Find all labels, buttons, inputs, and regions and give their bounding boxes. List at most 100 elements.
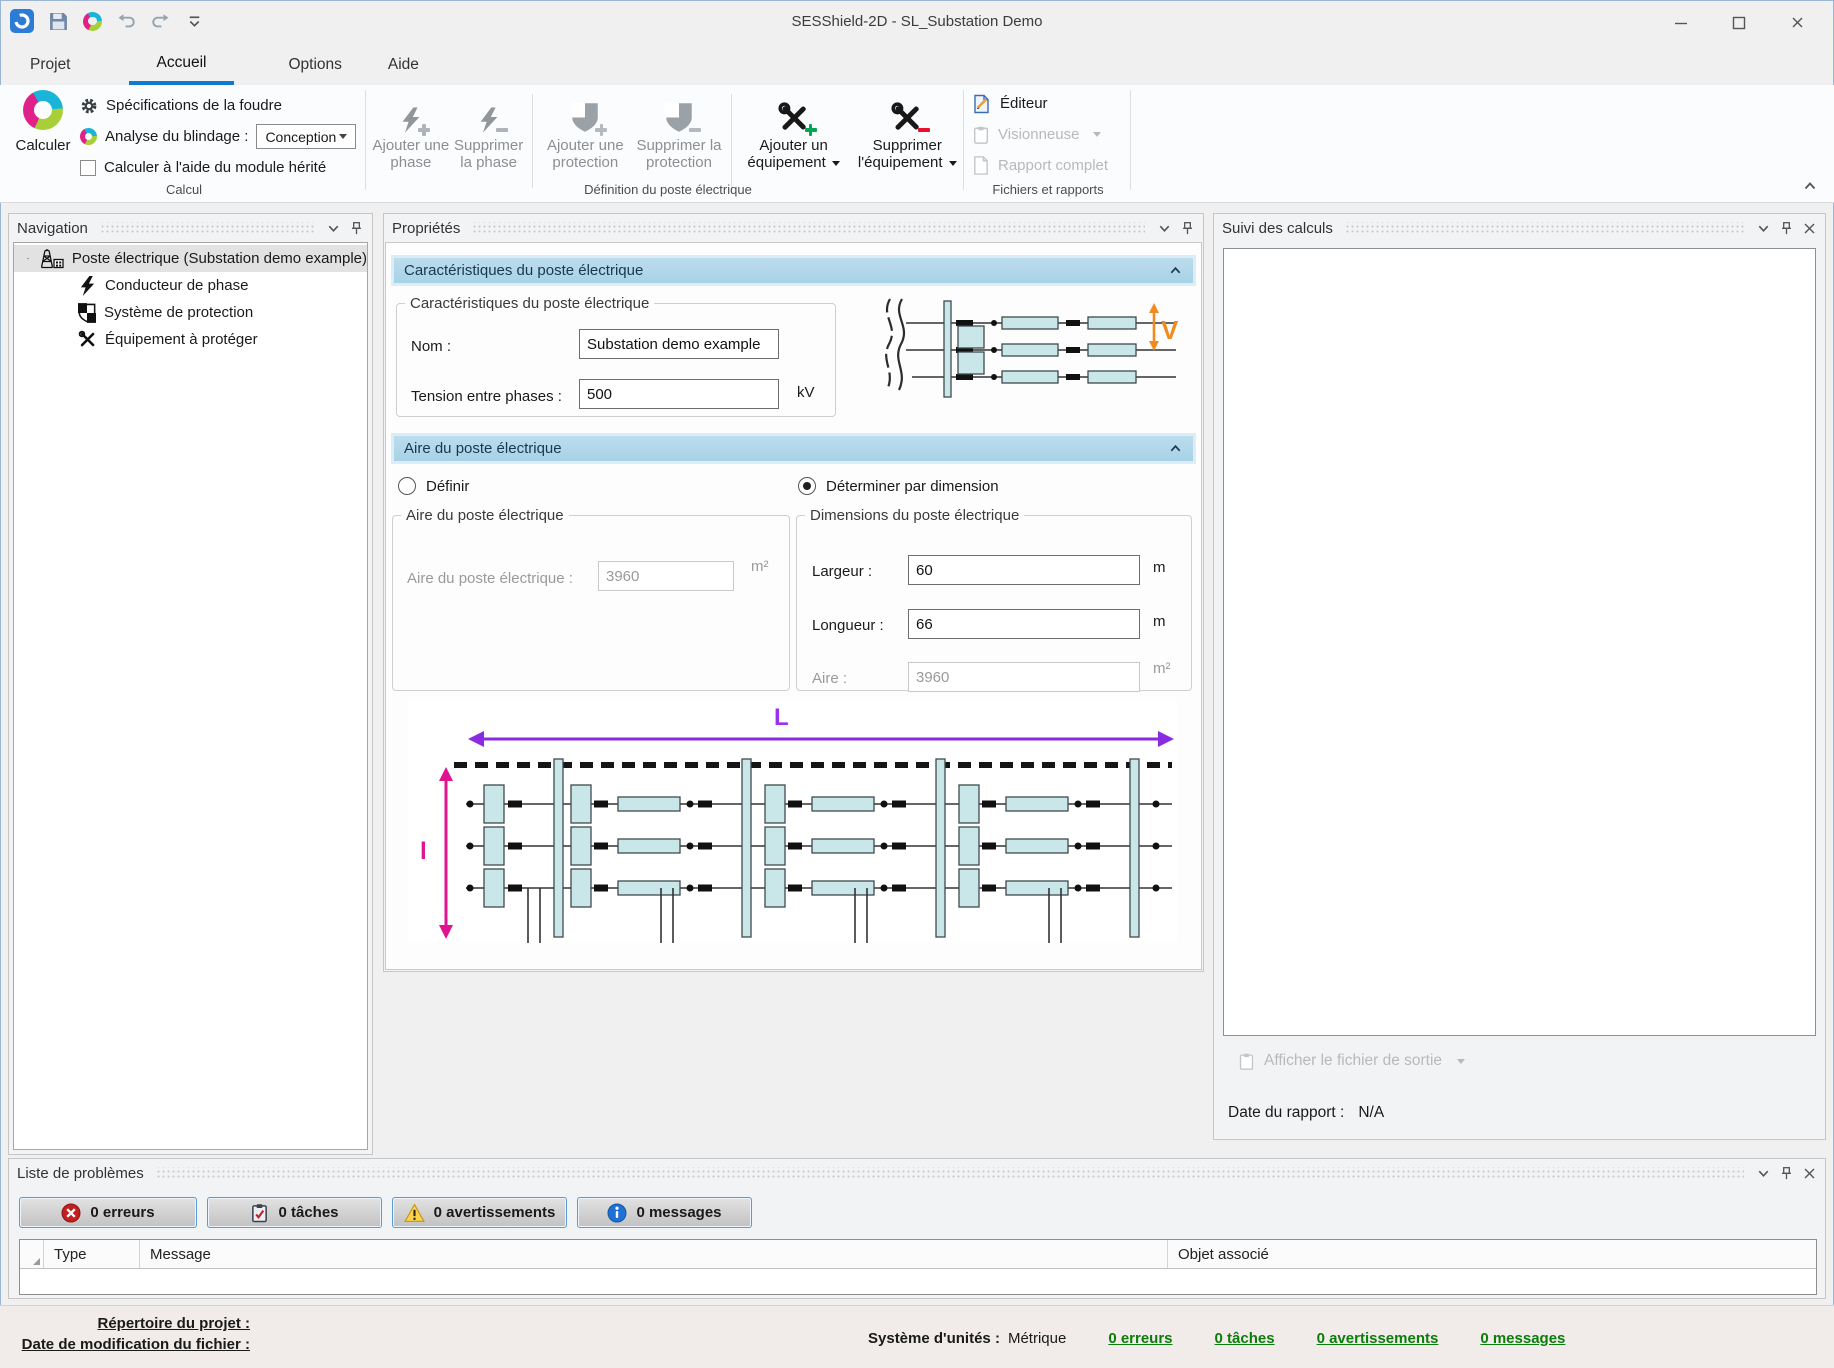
section-aire: Aire du poste électrique: [391, 433, 1196, 464]
properties-content: Caractéristiques du poste électrique Car…: [385, 242, 1202, 970]
messages-filter-button[interactable]: 0 messages: [577, 1197, 752, 1228]
redo-icon[interactable]: [151, 12, 170, 31]
close-button[interactable]: [1768, 0, 1826, 45]
tree-item-equipement-a-proteger[interactable]: Équipement à protéger: [14, 326, 367, 353]
file-modification-date-link[interactable]: Date de modification du fichier :: [10, 1334, 250, 1355]
tension-input[interactable]: [579, 379, 779, 409]
tasks-filter-button[interactable]: 0 tâches: [207, 1197, 382, 1228]
radio-determiner-par-dimension[interactable]: Déterminer par dimension: [798, 477, 999, 495]
substation-preview-image: V: [860, 293, 1180, 409]
output-file-icon: [1238, 1053, 1255, 1070]
visionneuse-button[interactable]: Visionneuse: [972, 119, 1128, 150]
calculation-log[interactable]: [1223, 248, 1816, 1036]
ribbon-group-fichiers: Éditeur Visionneuse Rapport complet Fich…: [968, 88, 1128, 200]
longueur-input[interactable]: [908, 609, 1140, 639]
problems-panel-header: Liste de problèmes: [9, 1159, 1825, 1187]
status-tasks-link[interactable]: 0 tâches: [1215, 1330, 1275, 1347]
shield-icon: [78, 303, 96, 323]
nom-input[interactable]: [579, 329, 779, 359]
customize-toolbar-caret-icon[interactable]: [185, 12, 204, 31]
analyse-blindage-icon: [80, 128, 97, 145]
legacy-module-checkbox[interactable]: [80, 160, 96, 176]
close-icon[interactable]: [1802, 221, 1817, 236]
largeur-input[interactable]: [908, 555, 1140, 585]
save-icon[interactable]: [49, 12, 68, 31]
tools-icon: [78, 330, 97, 349]
analyse-mode-select[interactable]: Conception: [256, 124, 356, 149]
analyse-blindage-row: Analyse du blindage : Conception: [80, 121, 356, 152]
navigation-panel-title: Navigation: [17, 220, 88, 237]
legacy-module-label: Calculer à l'aide du module hérité: [104, 159, 326, 176]
warnings-filter-button[interactable]: 0 avertissements: [392, 1197, 567, 1228]
close-icon[interactable]: [1802, 1166, 1817, 1181]
pin-icon[interactable]: [1779, 221, 1794, 236]
app-icon[interactable]: [10, 9, 34, 33]
status-messages-link[interactable]: 0 messages: [1480, 1330, 1565, 1347]
status-errors-link[interactable]: 0 erreurs: [1108, 1330, 1172, 1347]
section-header-aire[interactable]: Aire du poste électrique: [394, 436, 1193, 461]
maximize-button[interactable]: [1710, 0, 1768, 45]
chevron-down-icon: [1457, 1059, 1465, 1064]
tree-item-conducteur-de-phase[interactable]: Conducteur de phase: [14, 272, 367, 299]
status-warnings-link[interactable]: 0 avertissements: [1317, 1330, 1439, 1347]
spec-foudre-button[interactable]: Spécifications de la foudre: [80, 90, 356, 121]
errors-filter-button[interactable]: 0 erreurs: [19, 1197, 197, 1228]
group-label-calcul: Calcul: [8, 182, 360, 197]
table-corner-cell[interactable]: [20, 1240, 44, 1268]
tree-item-systeme-de-protection[interactable]: Système de protection: [14, 299, 367, 326]
editor-icon: [972, 94, 992, 114]
tree-expander-icon[interactable]: [26, 252, 30, 265]
fieldset-caracteristiques: Caractéristiques du poste électrique Nom…: [396, 295, 836, 417]
tree-item-poste-electrique[interactable]: Poste électrique (Substation demo exampl…: [14, 245, 367, 272]
tab-accueil[interactable]: Accueil: [129, 45, 235, 85]
largeur-label: Largeur :: [812, 563, 872, 580]
panel-texture: [100, 222, 314, 234]
calculer-icon: [23, 90, 63, 130]
rapport-complet-button[interactable]: Rapport complet: [972, 150, 1128, 181]
minus-icon: [496, 124, 508, 136]
ribbon: Calculer Spécifications de la foudre Ana…: [0, 85, 1834, 203]
section-header-caracteristiques[interactable]: Caractéristiques du poste électrique: [394, 258, 1193, 283]
problems-table[interactable]: Type Message Objet associé: [19, 1239, 1817, 1295]
pin-icon[interactable]: [1779, 1166, 1794, 1181]
editeur-button[interactable]: Éditeur: [972, 88, 1128, 119]
tab-options[interactable]: Options: [278, 45, 351, 85]
radio-definir[interactable]: Définir: [398, 477, 469, 495]
ses-logo-icon[interactable]: [83, 12, 102, 31]
calculer-button[interactable]: Calculer: [10, 90, 76, 154]
ribbon-separator: [731, 94, 732, 188]
afficher-fichier-sortie-button[interactable]: Afficher le fichier de sortie: [1238, 1052, 1465, 1070]
status-left: Répertoire du projet : Date de modificat…: [10, 1313, 250, 1355]
ribbon-separator: [532, 94, 533, 188]
units-system: Système d'unités : Métrique: [868, 1330, 1066, 1347]
properties-panel-title: Propriétés: [392, 220, 460, 237]
chevron-down-icon[interactable]: [1756, 221, 1771, 236]
chevron-down-icon[interactable]: [326, 221, 341, 236]
minus-icon: [918, 124, 930, 136]
window-title: SESShield-2D - SL_Substation Demo: [0, 13, 1834, 30]
pin-icon[interactable]: [1180, 221, 1195, 236]
undo-icon[interactable]: [117, 12, 136, 31]
column-objet-associe[interactable]: Objet associé: [1168, 1240, 1816, 1268]
pin-icon[interactable]: [349, 221, 364, 236]
project-directory-link[interactable]: Répertoire du projet :: [10, 1313, 250, 1334]
collapse-icon[interactable]: [1168, 441, 1183, 456]
column-message[interactable]: Message: [140, 1240, 1168, 1268]
chevron-down-icon[interactable]: [1756, 1166, 1771, 1181]
column-type[interactable]: Type: [44, 1240, 140, 1268]
ribbon-collapse-icon[interactable]: [1802, 178, 1818, 194]
units-label: Système d'unités :: [868, 1330, 1000, 1347]
tab-projet[interactable]: Projet: [20, 45, 81, 85]
plus-icon: [418, 124, 430, 136]
report-icon: [972, 156, 990, 175]
collapse-icon[interactable]: [1168, 263, 1183, 278]
minimize-button[interactable]: [1652, 0, 1710, 45]
tab-aide[interactable]: Aide: [378, 45, 429, 85]
application-window: SESShield-2D - SL_Substation Demo Projet…: [0, 0, 1834, 1368]
chevron-down-icon[interactable]: [1157, 221, 1172, 236]
fieldset-dimensions: Dimensions du poste électrique Largeur :…: [796, 507, 1192, 691]
status-bar: Répertoire du projet : Date de modificat…: [0, 1305, 1834, 1368]
chevron-down-icon: [949, 161, 957, 166]
plus-icon: [805, 124, 817, 136]
quick-access-toolbar: [10, 9, 204, 33]
